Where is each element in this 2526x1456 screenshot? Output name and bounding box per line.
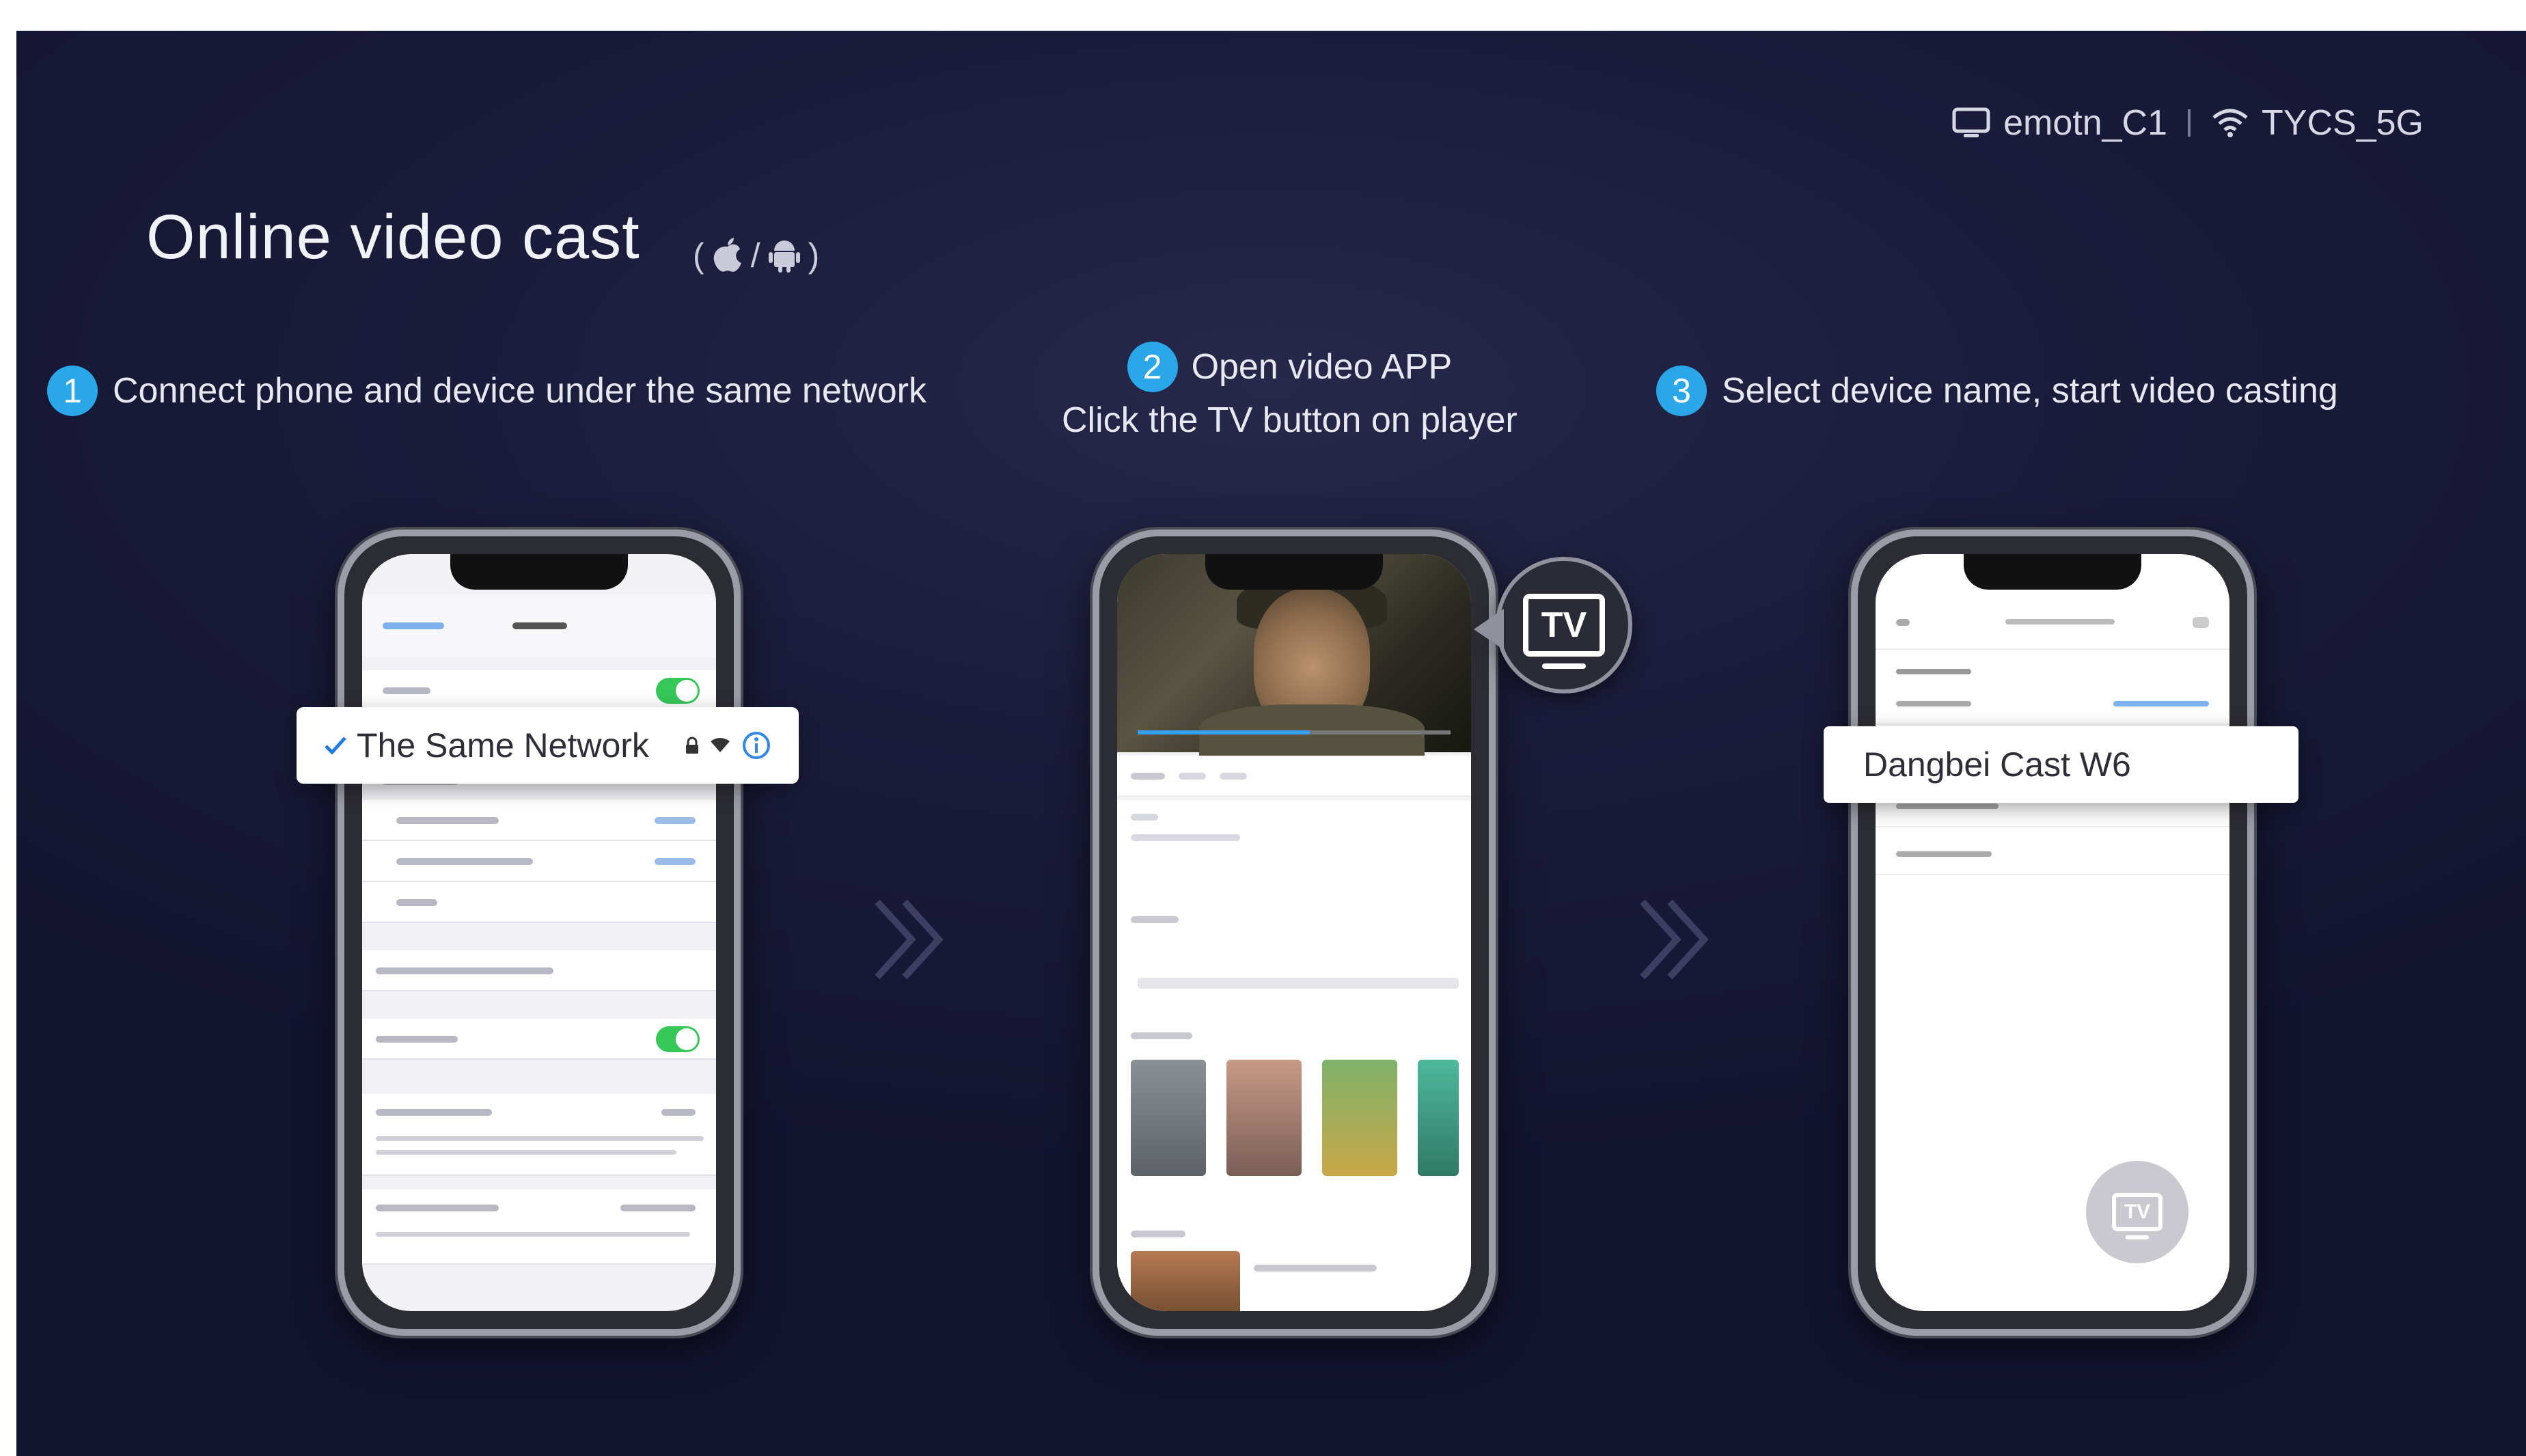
double-chevron-icon [1640,899,1709,980]
checkmark-icon [325,737,346,755]
step-text-line1: Open video APP [1191,347,1453,387]
step-text: Connect phone and device under the same … [113,371,926,411]
device-name-callout[interactable]: Dangbei Cast W6 [1824,726,2298,803]
tv-cast-button[interactable]: TV [2086,1161,2188,1263]
step-number-badge: 2 [1127,342,1178,392]
platform-icons: ( / ) [693,236,819,275]
phone-notch [450,554,628,590]
step-text-line2: Click the TV button on player [1062,400,1518,440]
android-icon [768,241,800,273]
settings-row [362,1190,716,1265]
tv-icon: TV [2112,1193,2163,1239]
device-status: emotn_C1 [1951,102,2167,143]
paren-close: ) [808,236,820,275]
network-row [362,800,716,841]
settings-row [362,1019,716,1060]
settings-row [362,950,716,991]
wifi-toggle-row [362,670,716,711]
device-row[interactable] [1876,834,2229,875]
phone-notch [1205,554,1383,590]
wifi-icon [2212,109,2248,137]
monitor-icon [1952,107,1990,137]
phone-screen: TV [1876,554,2229,1311]
wifi-signal-icon [711,738,730,752]
network-label: The Same Network [357,726,649,765]
step-2: 2 Open video APP Click the TV button on … [1062,342,1518,445]
platform-separator: / [750,236,760,275]
paren-open: ( [693,236,704,275]
wifi-toggle [656,678,700,704]
device-nav [1876,595,2229,650]
tv-label: TV [1541,605,1587,645]
wifi-status: TYCS_5G [2211,102,2424,143]
info-icon [743,732,770,759]
step-number-badge: 1 [47,366,98,416]
apple-icon [713,238,741,272]
phone-wifi-settings [338,530,741,1336]
device-row[interactable] [1876,684,2229,725]
cast-guide-screen: emotn_C1 TYCS_5G Online video cast ( /)… [16,31,2526,1456]
device-name: emotn_C1 [2003,103,2168,143]
tv-cast-button-callout[interactable]: TV [1474,557,1632,693]
network-row [362,841,716,882]
phone-notch [1964,554,2141,590]
step-3: 3 Select device name, start video castin… [1656,366,2338,416]
status-bar: emotn_C1 TYCS_5G [1951,102,2424,143]
phone-video-app [1093,530,1496,1336]
wifi-name: TYCS_5G [2262,103,2424,143]
lock-icon [686,737,698,754]
toggle [656,1026,700,1052]
step-text: Select device name, start video casting [1722,371,2338,411]
double-chevron-icon [875,899,944,980]
phone-device-list: TV [1851,530,2254,1336]
video-tabs [1117,756,1471,797]
page-title: Online video cast [146,202,640,272]
tv-icon: TV [1523,594,1605,669]
phone-screen [1117,554,1471,1311]
network-row [362,882,716,923]
step-1: 1 Connect phone and device under the sam… [47,366,926,416]
step-number-badge: 3 [1656,366,1707,416]
video-details [1117,800,1471,1311]
device-label: Dangbei Cast W6 [1863,745,2131,784]
tv-fab-label: TV [2124,1200,2151,1223]
phone-screen [362,554,716,1311]
settings-row [362,1094,716,1176]
settings-nav [362,595,716,657]
video-progress-bar[interactable] [1138,730,1451,734]
status-divider [2188,109,2191,137]
network-icons [685,730,771,760]
same-network-callout: The Same Network [297,707,799,784]
